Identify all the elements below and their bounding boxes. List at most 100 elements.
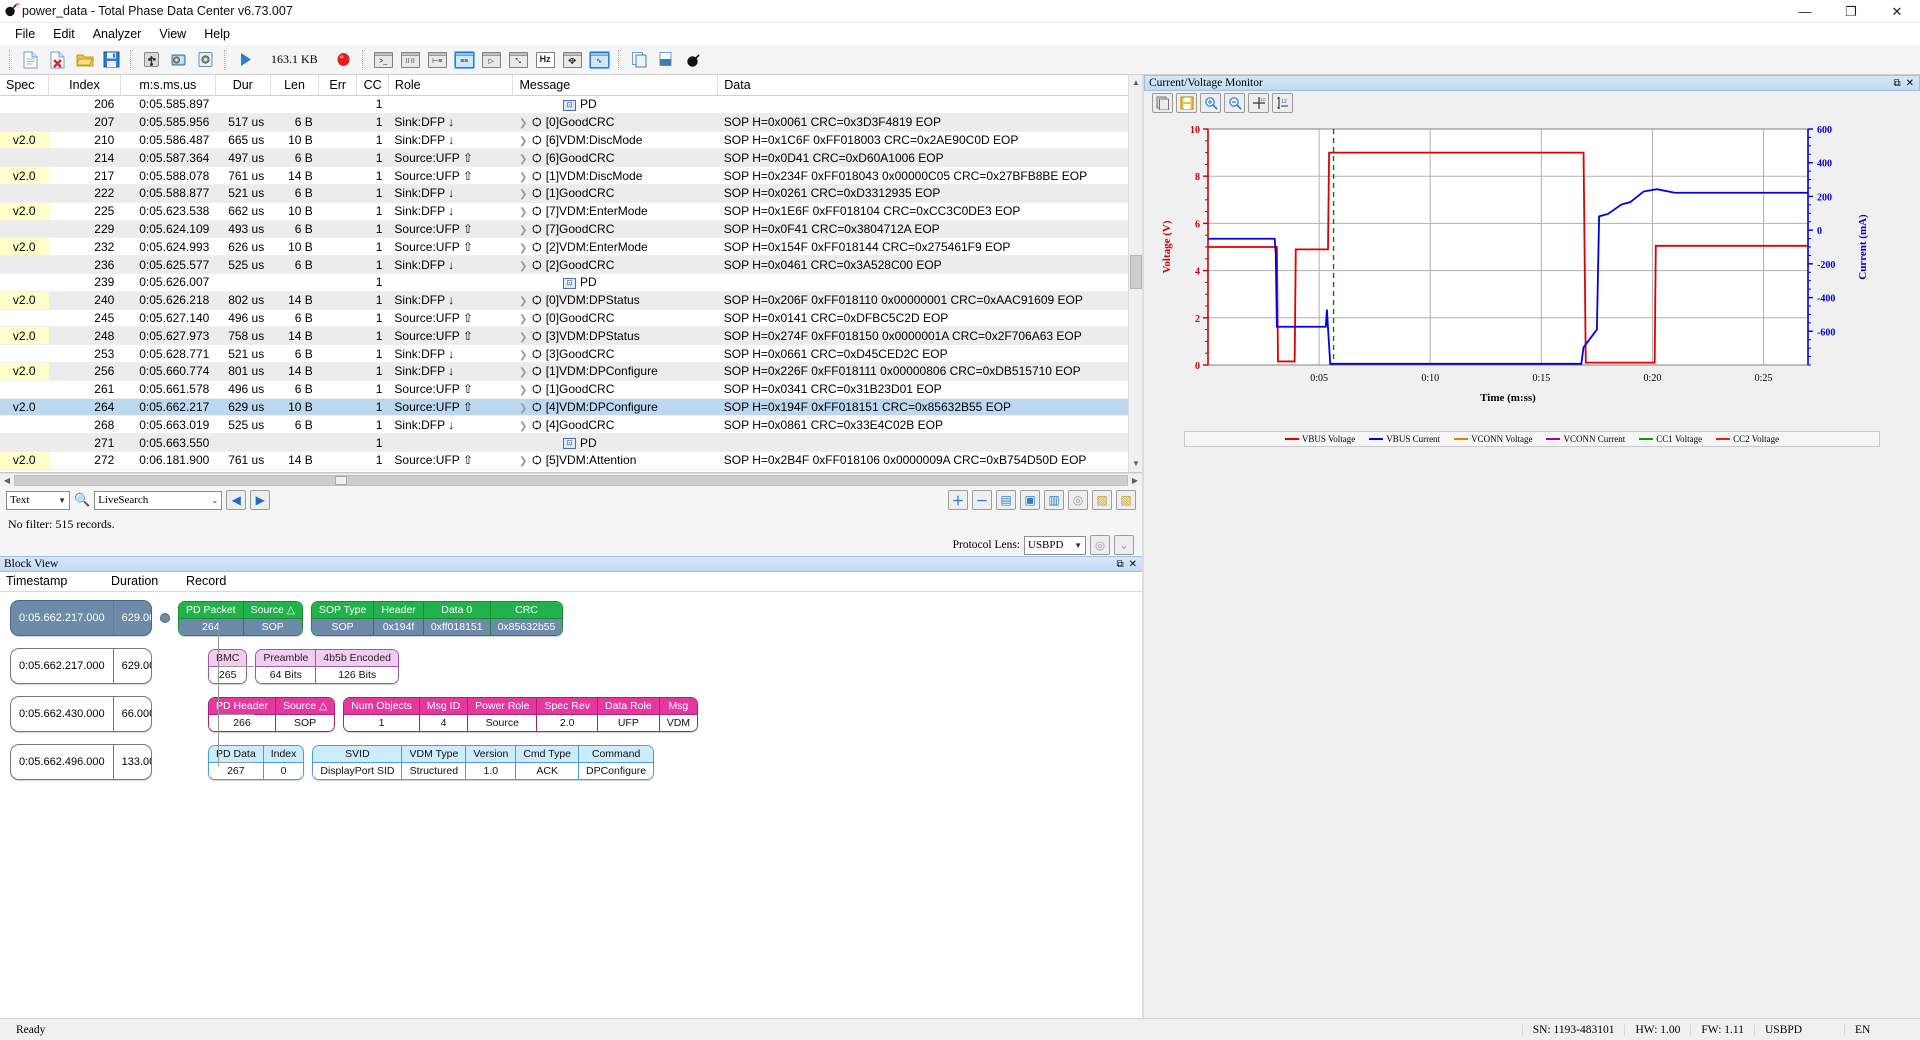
legend-item[interactable]: CC1 Voltage [1639,434,1702,444]
table-row[interactable]: 2450:05.627.140496 us6 B1Source:UFP ⇧❯Ѻ … [0,309,1130,327]
cell-message[interactable]: ❯Ѻ [1]VDM:DiscMode [513,167,718,185]
pd-packet-detail-chip[interactable]: SOP TypeSOP Header0x194f Data 00xff01815… [311,601,564,636]
filter-preset2-button[interactable]: ▣ [1020,490,1040,510]
cell-message[interactable]: ❯Ѻ [7]GoodCRC [513,220,718,238]
cell-message[interactable]: ❯Ѻ [6]VDM:DiscMode [513,131,718,149]
hscroll-left-arrow[interactable]: ◀ [0,476,14,485]
col-header-index[interactable]: Index [49,75,121,96]
table-horizontal-scrollbar[interactable]: ◀ ▶ [0,473,1142,486]
table-row[interactable]: v2.02250:05.623.538662 us10 B1Sink:DFP ↓… [0,202,1130,220]
col-header-cc[interactable]: CC [357,75,389,96]
menu-item-edit[interactable]: Edit [44,25,84,43]
new-file-icon[interactable] [18,48,43,72]
col-header-err[interactable]: Err [319,75,357,96]
filter-remove-button[interactable]: － [972,490,992,510]
cell-message[interactable]: ❯Ѻ [1]GoodCRC [513,184,718,202]
legend-item[interactable]: VCONN Current [1546,434,1625,444]
block-timestamp-pill-2[interactable]: 0:05.662.430.000 66.000 us [10,696,152,732]
block-view-icon[interactable]: ≡≡ [452,48,477,72]
col-header-data[interactable]: Data [718,75,1130,96]
save-icon[interactable] [99,48,124,72]
filter-save-button[interactable]: ▨ [1092,490,1112,510]
legend-item[interactable]: VBUS Voltage [1285,434,1355,444]
search-input[interactable]: LiveSearch⌄ [94,491,222,510]
axis-settings-icon[interactable]: 123 [1248,93,1269,113]
expand-row-icon[interactable]: ❯ [519,385,531,396]
block-timestamp-pill-1[interactable]: 0:05.662.217.000 629.000 us [10,648,152,684]
table-row[interactable]: 2710:05.663.5501⊡PD [0,434,1130,452]
block-row-pd-header[interactable]: 0:05.662.430.000 66.000 us PD Header266 … [10,696,698,732]
expand-row-icon[interactable]: ❯ [519,350,531,361]
block-row-pd-packet[interactable]: 0:05.662.217.000 629.000 us PD Packet264… [10,600,563,636]
copy-icon[interactable] [627,48,652,72]
zoom-out-icon[interactable] [1224,93,1245,113]
scale-settings-icon[interactable]: 12 [1272,93,1293,113]
protocol-lens-select[interactable]: USBPD▼ [1024,536,1086,555]
crosspoint-view-icon[interactable]: ✥ [560,48,585,72]
console-view-icon[interactable]: >_ [371,48,396,72]
lens-settings-button[interactable]: ◎ [1090,535,1110,555]
table-row[interactable]: 2140:05.587.364497 us6 B1Source:UFP ⇧❯Ѻ … [0,149,1130,167]
expand-row-icon[interactable]: ❯ [519,118,531,129]
expand-row-icon[interactable]: ❯ [519,225,531,236]
bomb-icon[interactable] [681,48,706,72]
cell-message[interactable]: ❯Ѻ [5]VDM:Attention [513,451,718,469]
detail-view-icon[interactable]: ⠿⠿ [398,48,423,72]
usb-analyzer-icon[interactable] [139,48,164,72]
col-header-spec[interactable]: Spec [0,75,49,96]
table-row[interactable]: 2680:05.663.019525 us6 B1Sink:DFP ↓❯Ѻ [4… [0,416,1130,434]
filter-clear-button[interactable]: ◎ [1068,490,1088,510]
expand-row-icon[interactable]: ❯ [519,314,531,325]
scroll-down-arrow[interactable]: ▼ [1129,456,1142,472]
block-timestamp-pill-0[interactable]: 0:05.662.217.000 629.000 us [10,600,152,636]
table-row[interactable]: v2.02480:05.627.973758 us14 B1Source:UFP… [0,327,1130,345]
pd-header-detail-chip[interactable]: Num Objects1 Msg ID4 Power RoleSource Sp… [343,697,698,732]
cell-message[interactable]: ❯Ѻ [4]GoodCRC [513,416,718,434]
table-row[interactable]: v2.02320:05.624.993626 us10 B1Source:UFP… [0,238,1130,256]
table-row[interactable]: v2.02720:06.181.900761 us14 B1Source:UFP… [0,451,1130,469]
search-type-select[interactable]: Text▼ [6,491,70,510]
expand-row-icon[interactable]: ❯ [519,154,531,165]
lens-more-button[interactable]: ⌄ [1114,535,1134,555]
legend-item[interactable]: VCONN Voltage [1454,434,1532,444]
table-row[interactable]: 2610:05.661.578496 us6 B1Source:UFP ⇧❯Ѻ … [0,380,1130,398]
table-row[interactable]: v2.02640:05.662.217629 us10 B1Source:UFP… [0,398,1130,416]
table-vertical-scrollbar[interactable]: ▲ ▼ [1128,75,1142,472]
monitor-float-icon[interactable]: ⧉ [1893,78,1900,89]
cell-message[interactable]: ❯Ѻ [6]GoodCRC [513,149,718,167]
magnifier-icon[interactable]: 🔍 [74,492,90,508]
expand-row-icon[interactable]: ❯ [519,261,531,272]
search-prev-button[interactable]: ◀ [226,490,246,510]
pd-data-detail-chip[interactable]: SVIDDisplayPort SID VDM TypeStructured V… [312,745,654,780]
cell-message[interactable]: ❯Ѻ [0]GoodCRC [513,309,718,327]
col-header-time[interactable]: m:s.ms.us [120,75,215,96]
table-row[interactable]: 2390:05.626.0071⊡PD [0,273,1130,291]
packet-table-container[interactable]: Spec Index m:s.ms.us Dur Len Err CC Role… [0,75,1142,473]
table-row[interactable]: v2.02400:05.626.218802 us14 B1Sink:DFP ↓… [0,291,1130,309]
expand-row-icon[interactable]: ❯ [519,332,531,343]
block-row-pd-data[interactable]: 0:05.662.496.000 133.000 us PD Data267 I… [10,744,654,780]
expand-row-icon[interactable]: ❯ [519,207,531,218]
table-row[interactable]: 2530:05.628.771521 us6 B1Sink:DFP ↓❯Ѻ [3… [0,345,1130,363]
expand-row-icon[interactable]: ❯ [519,243,531,254]
col-header-dur[interactable]: Dur [215,75,270,96]
cell-message[interactable]: ❯Ѻ [7]VDM:EnterMode [513,202,718,220]
col-header-message[interactable]: Message [513,75,718,96]
filter-load-button[interactable]: ▧ [1116,490,1136,510]
block-view-close-icon[interactable]: ✕ [1129,559,1137,570]
playback-view-icon[interactable]: ▷ [479,48,504,72]
cell-message[interactable]: ❯Ѻ [2]VDM:EnterMode [513,238,718,256]
cell-message[interactable]: ⊡PD [513,434,718,452]
bmc-detail-chip[interactable]: Preamble64 Bits 4b5b Encoded126 Bits [255,649,399,684]
expand-row-icon[interactable]: ❯ [519,136,531,147]
cell-message[interactable]: ❯Ѻ [0]GoodCRC [513,113,718,131]
expand-row-icon[interactable]: ❯ [519,456,531,467]
close-button[interactable]: ✕ [1874,0,1920,23]
device-settings-icon[interactable] [193,48,218,72]
zoom-in-icon[interactable] [1200,93,1221,113]
hscroll-track[interactable] [14,475,1128,486]
export-icon[interactable] [654,48,679,72]
cell-message[interactable]: ❯Ѻ [3]GoodCRC [513,345,718,363]
block-view-float-icon[interactable]: ⧉ [1116,559,1123,570]
block-view-body[interactable]: 0:05.662.217.000 629.000 us PD Packet264… [0,592,1142,1032]
